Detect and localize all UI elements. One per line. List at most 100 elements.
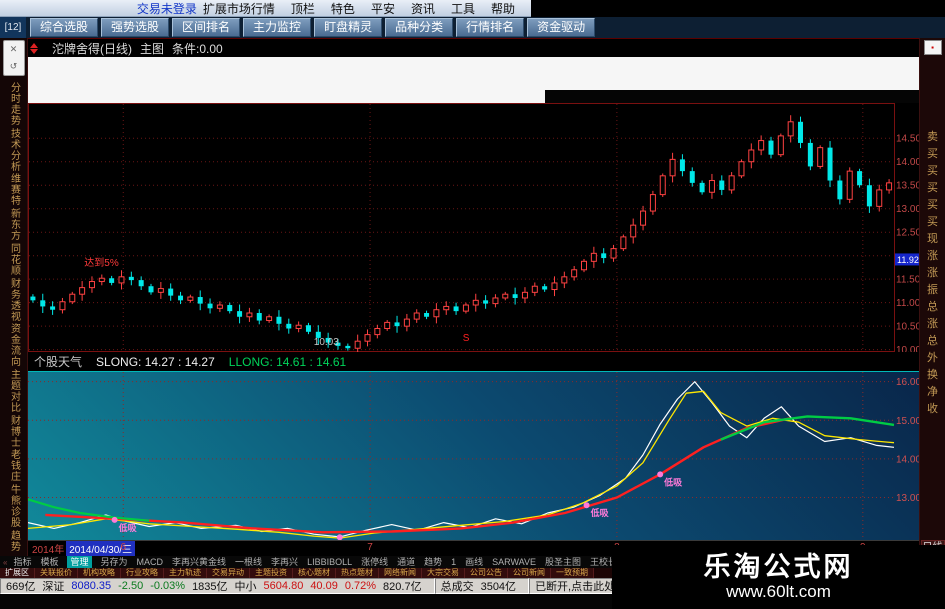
right-quote-strip: ▪ 卖买买买买买现涨涨振总涨总外换净收 日线 [919,38,945,556]
menu-list: 交易未登录 扩展市场行情 顶栏 特色 平安 资讯 工具 帮助 [0,0,531,17]
menu-item[interactable]: 特色 [331,0,355,17]
login-status[interactable]: 交易未登录 [137,0,203,17]
indicator-slong-value: SLONG: 14.27 : 14.27 [96,354,215,369]
indicator-tab[interactable]: MACD [137,556,164,568]
window-controls[interactable]: ✕ ↺ [2,40,25,76]
indicator-tab[interactable]: 画线 [465,556,483,568]
toolbar-button[interactable]: 综合选股 [30,18,99,37]
quote-label: 总 [927,335,938,347]
sidebar-item[interactable]: 主题对比 [8,369,20,413]
sidebar-item[interactable]: 技术分析 [8,128,20,172]
indicator-tab[interactable]: 李再兴 [271,556,298,568]
quote-label: 卖 [927,131,938,143]
indicator-name[interactable]: 个股天气 [34,353,82,370]
hotkey-indicator: [12] [0,17,26,38]
svg-text:S: S [463,333,470,344]
toolbar-button[interactable]: 行情排名 [456,18,525,37]
svg-text:12.50: 12.50 [896,228,919,239]
menu-item[interactable]: 平安 [371,0,395,17]
tabs-toggle-icon[interactable]: « [3,558,7,567]
candlestick-chart[interactable]: 10.00 10.50 11.00 11.50 12.50 13.00 13.50 14.00… [28,103,919,352]
svg-text:14.00: 14.00 [896,157,919,168]
corner-icon[interactable]: ▪ [923,40,942,55]
toolbar-button[interactable]: 盯盘精灵 [314,18,383,37]
toolbar-button[interactable]: 区间排名 [172,18,241,37]
info-tab[interactable]: 行业攻略 [121,568,164,578]
sidebar-item[interactable]: 分时走势 [8,82,20,126]
menu-item[interactable]: 资讯 [411,0,435,17]
info-tab[interactable]: 扩展区 [0,568,35,578]
info-tab[interactable]: 主题投资 [250,568,293,578]
close-icon[interactable]: ✕ [10,44,18,55]
sidebar-item[interactable]: 维赛特 [8,173,20,206]
toolbar-button[interactable]: 资金驱动 [527,18,596,37]
svg-text:低吸: 低吸 [590,507,610,518]
menu-item[interactable]: 帮助 [491,0,515,17]
sidebar-item[interactable]: 牛熊诊股 [8,484,20,528]
svg-text:达到5%: 达到5% [84,257,119,269]
left-sidebar: ✕ ↺ 分时走势技术分析 维赛特新东方同花顺财务透视 资金流向主题对比财博士 老钱庄牛… [0,38,28,556]
info-tab[interactable]: 公司公告 [465,568,508,578]
indicator-tab[interactable]: 李再兴黄金线 [172,556,226,568]
info-tab[interactable]: 核心题材 [293,568,336,578]
quote-label: 振 [927,284,938,296]
quote-label: 收 [927,403,938,415]
info-tab[interactable]: 公司新闻 [508,568,551,578]
status-cell: 总成交 3504亿 [434,578,530,594]
svg-text:10.50: 10.50 [896,322,919,333]
sidebar-item[interactable]: 同花顺 [8,243,20,276]
watermark: 乐淘公式网 www.60lt.com [612,545,945,609]
info-tab[interactable]: 一致预期 [551,568,594,578]
watermark-url: www.60lt.com [726,582,831,601]
info-tab[interactable]: 机构攻略 [78,568,121,578]
indicator-tab[interactable]: 另存为 [101,556,128,568]
svg-text:13.50: 13.50 [896,181,919,192]
sidebar-item[interactable]: 老钱庄 [8,449,20,482]
quote-labels: 卖买买买买买现涨涨振总涨总外换净收 [927,129,938,418]
info-tab[interactable]: 大宗交易 [422,568,465,578]
indicator-panel[interactable]: 13.0014.0015.0016.00低吸低吸低吸低吸 [28,372,919,540]
indicator-tab[interactable]: LIBBIBOLL [307,556,352,568]
refresh-icon[interactable]: ↺ [10,61,18,72]
sidebar-item[interactable]: 趋势 [8,530,20,552]
indicator-tab[interactable]: 指标 [13,556,31,568]
toolbar-button[interactable]: 主力监控 [243,18,312,37]
menu-item[interactable]: 扩展市场行情 [203,0,275,17]
sidebar-item[interactable]: 财务透视 [8,278,20,322]
indicator-chart[interactable]: 13.0014.0015.0016.00低吸低吸低吸低吸 [28,372,919,540]
svg-text:15.00: 15.00 [896,416,919,427]
scroll-up-icon[interactable] [30,42,38,48]
sidebar-item[interactable]: 财博士 [8,415,20,448]
svg-text:16.00: 16.00 [896,377,919,388]
info-tab[interactable]: 热点题材 [336,568,379,578]
indicator-tab[interactable]: 趋势 [424,556,442,568]
menu-item[interactable]: 顶栏 [291,0,315,17]
scroll-down-icon[interactable] [30,48,38,54]
axis-month-label: 6 [120,542,127,553]
indicator-tab[interactable]: 股圣主图 [545,556,581,568]
svg-text:10.00: 10.00 [896,345,919,352]
quote-label: 买 [927,199,938,211]
main-chart[interactable]: 10.00 10.50 11.00 11.50 12.50 13.00 13.50 14.00… [28,103,919,352]
svg-text:14.00: 14.00 [896,454,919,465]
quote-label: 买 [927,165,938,177]
info-tab[interactable]: 交易异动 [207,568,250,578]
status-cell: 669亿 深证 8080.35 -2.50 -0.03% 1835亿 中小 5604.80 40… [0,578,435,594]
indicator-tab[interactable]: SARWAVE [492,556,536,568]
toolbar-button[interactable]: 品种分类 [385,18,454,37]
view-label: 主图 [140,41,165,56]
sidebar-item[interactable]: 资金流向 [8,323,20,367]
info-tab[interactable]: 网络新闻 [379,568,422,578]
toolbar-button[interactable]: 强势选股 [101,18,170,37]
info-tab[interactable]: 主力轨迹 [164,568,207,578]
sidebar-item[interactable]: 新东方 [8,208,20,241]
indicator-tab[interactable]: 模板 [40,556,58,568]
menu-item[interactable]: 工具 [451,0,475,17]
stock-title: 沱牌舍得(日线) [52,41,132,56]
indicator-tab[interactable]: 涨停线 [361,556,388,568]
info-tab[interactable]: 关联报价 [35,568,78,578]
indicator-tab[interactable]: 一根线 [235,556,262,568]
indicator-tab[interactable]: 管理 [67,556,92,568]
indicator-tab[interactable]: 通道 [397,556,415,568]
indicator-tab[interactable]: 1 [451,556,456,568]
